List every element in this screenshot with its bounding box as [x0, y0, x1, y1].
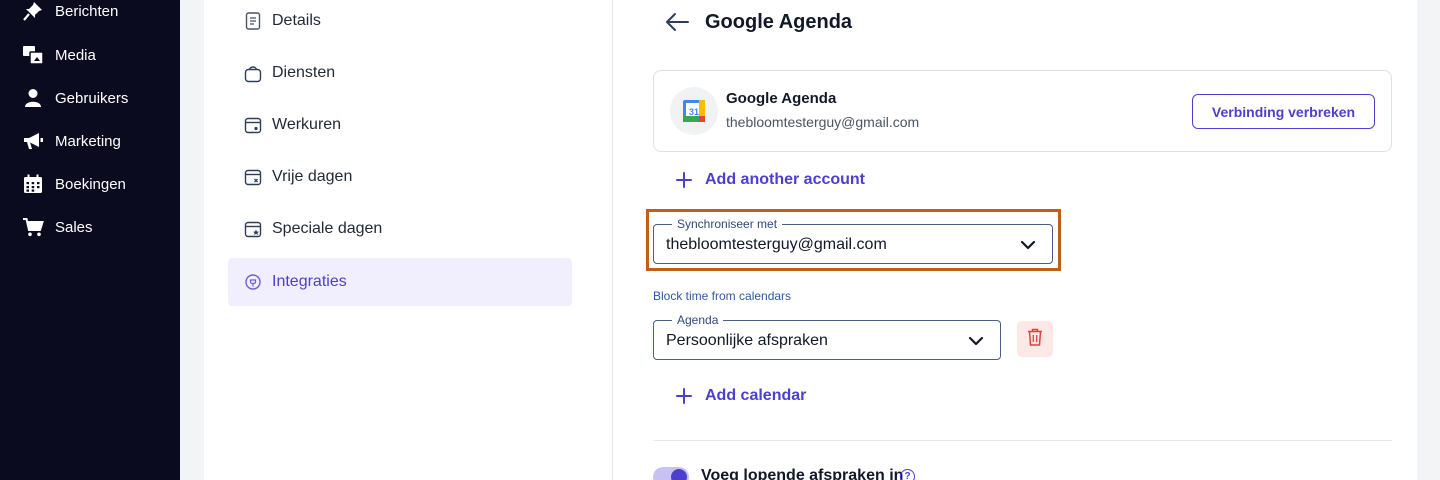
sidebar-item-label: Berichten	[55, 2, 119, 20]
calendar-clock-icon	[244, 115, 262, 135]
calendar-star-icon	[244, 219, 262, 239]
plus-icon	[675, 171, 693, 189]
include-ongoing-label: Voeg lopende afspraken in	[701, 467, 904, 480]
sidebar-item-label: Media	[55, 46, 96, 64]
account-email: thebloomtesterguy@gmail.com	[726, 114, 920, 130]
disconnect-button[interactable]: Verbinding verbreken	[1192, 94, 1375, 129]
chevron-down-icon	[968, 333, 984, 349]
agenda-select-value: Persoonlijke afspraken	[666, 332, 828, 349]
help-icon[interactable]: ?	[900, 469, 915, 480]
chevron-down-icon	[1020, 237, 1036, 253]
sync-select-value: thebloomtesterguy@gmail.com	[666, 236, 887, 253]
menu-item-vrije-dagen[interactable]: Vrije dagen	[228, 153, 572, 201]
integration-icon	[244, 272, 262, 292]
sync-select-label: Synchroniseer met	[672, 217, 783, 231]
sidebar-item-label: Boekingen	[55, 175, 126, 193]
menu-item-label: Integraties	[272, 273, 347, 290]
add-account-label: Add another account	[705, 171, 866, 188]
include-ongoing-toggle[interactable]	[653, 467, 689, 480]
calendar-x-icon	[244, 167, 262, 187]
pin-icon	[22, 0, 44, 22]
add-calendar-label: Add calendar	[705, 387, 807, 404]
sync-select[interactable]: Synchroniseer met thebloomtesterguy@gmai…	[653, 217, 1053, 264]
block-time-label: Block time from calendars	[653, 289, 792, 303]
google-calendar-logo: 31	[670, 87, 718, 135]
add-calendar-button[interactable]: Add calendar	[675, 387, 806, 405]
user-icon	[22, 87, 44, 109]
calendar-icon	[22, 173, 44, 195]
bag-icon	[244, 63, 262, 83]
menu-item-details[interactable]: Details	[228, 0, 572, 45]
cart-icon	[22, 216, 44, 238]
section-divider	[653, 440, 1392, 441]
sidebar-item-gebruikers[interactable]: Gebruikers	[22, 86, 128, 110]
sidebar-item-marketing[interactable]: Marketing	[22, 129, 121, 153]
menu-item-speciale-dagen[interactable]: Speciale dagen	[228, 205, 572, 253]
menu-item-label: Werkuren	[272, 116, 342, 133]
menu-item-werkuren[interactable]: Werkuren	[228, 101, 572, 149]
megaphone-icon	[22, 130, 44, 152]
sidebar-item-label: Marketing	[55, 132, 121, 150]
menu-item-diensten[interactable]: Diensten	[228, 49, 572, 97]
media-icon	[22, 44, 44, 66]
page-title: Google Agenda	[705, 11, 853, 33]
delete-calendar-button[interactable]	[1017, 321, 1053, 357]
menu-item-label: Vrije dagen	[272, 168, 353, 185]
main-sidebar: Berichten Media Gebruikers Marketing Boe…	[0, 0, 180, 480]
calendar-day-text: 31	[689, 107, 699, 117]
account-name: Google Agenda	[726, 90, 837, 107]
menu-item-label: Speciale dagen	[272, 220, 383, 237]
sidebar-item-sales[interactable]: Sales	[22, 215, 93, 239]
add-account-button[interactable]: Add another account	[675, 171, 865, 189]
document-icon	[244, 11, 262, 31]
google-account-card: 31 Google Agenda thebloomtesterguy@gmail…	[653, 70, 1392, 152]
sidebar-item-boekingen[interactable]: Boekingen	[22, 172, 126, 196]
agenda-select-label: Agenda	[672, 313, 724, 327]
agenda-select[interactable]: Agenda Persoonlijke afspraken	[653, 313, 1001, 360]
sidebar-item-label: Gebruikers	[55, 89, 129, 107]
sidebar-item-berichten[interactable]: Berichten	[22, 0, 118, 23]
menu-item-integraties[interactable]: Integraties	[228, 258, 572, 306]
trash-icon	[1026, 327, 1044, 352]
back-arrow-icon[interactable]	[664, 10, 690, 34]
menu-item-label: Details	[272, 12, 321, 29]
toggle-knob	[671, 469, 687, 480]
sidebar-item-media[interactable]: Media	[22, 43, 96, 67]
panel-divider	[612, 0, 613, 480]
plus-icon	[675, 387, 693, 405]
menu-item-label: Diensten	[272, 64, 336, 81]
sidebar-item-label: Sales	[55, 218, 93, 236]
